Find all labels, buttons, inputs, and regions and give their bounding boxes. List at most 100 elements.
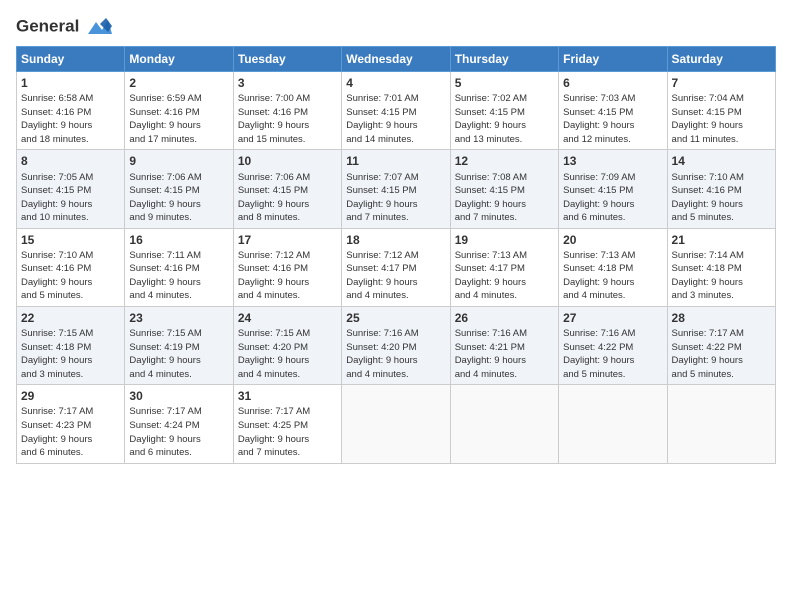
day-info: Sunrise: 7:10 AM Sunset: 4:16 PM Dayligh… <box>672 172 744 224</box>
calendar-cell: 13 Sunrise: 7:09 AM Sunset: 4:15 PM Dayli… <box>559 150 667 228</box>
day-info: Sunrise: 7:06 AM Sunset: 4:15 PM Dayligh… <box>129 172 201 224</box>
day-number: 7 <box>672 75 771 91</box>
day-number: 17 <box>238 232 337 248</box>
day-info: Sunrise: 7:06 AM Sunset: 4:15 PM Dayligh… <box>238 172 310 224</box>
day-number: 25 <box>346 310 445 326</box>
logo-bird-icon <box>86 16 114 38</box>
weekday-header-thursday: Thursday <box>450 47 558 72</box>
calendar-cell: 10 Sunrise: 7:06 AM Sunset: 4:15 PM Dayli… <box>233 150 341 228</box>
day-info: Sunrise: 7:04 AM Sunset: 4:15 PM Dayligh… <box>672 93 744 145</box>
day-number: 10 <box>238 153 337 169</box>
day-number: 12 <box>455 153 554 169</box>
calendar-cell: 5 Sunrise: 7:02 AM Sunset: 4:15 PM Daylig… <box>450 72 558 150</box>
day-info: Sunrise: 7:13 AM Sunset: 4:17 PM Dayligh… <box>455 250 527 302</box>
calendar-cell: 21 Sunrise: 7:14 AM Sunset: 4:18 PM Dayli… <box>667 228 775 306</box>
day-info: Sunrise: 7:00 AM Sunset: 4:16 PM Dayligh… <box>238 93 310 145</box>
day-number: 23 <box>129 310 228 326</box>
day-number: 18 <box>346 232 445 248</box>
calendar-cell: 2 Sunrise: 6:59 AM Sunset: 4:16 PM Daylig… <box>125 72 233 150</box>
day-info: Sunrise: 7:03 AM Sunset: 4:15 PM Dayligh… <box>563 93 635 145</box>
day-number: 19 <box>455 232 554 248</box>
day-info: Sunrise: 7:09 AM Sunset: 4:15 PM Dayligh… <box>563 172 635 224</box>
day-info: Sunrise: 7:17 AM Sunset: 4:22 PM Dayligh… <box>672 328 744 380</box>
logo: General <box>16 16 114 38</box>
day-info: Sunrise: 7:16 AM Sunset: 4:20 PM Dayligh… <box>346 328 418 380</box>
day-number: 5 <box>455 75 554 91</box>
day-info: Sunrise: 7:15 AM Sunset: 4:19 PM Dayligh… <box>129 328 201 380</box>
calendar-week-1: 1 Sunrise: 6:58 AM Sunset: 4:16 PM Daylig… <box>17 72 776 150</box>
day-info: Sunrise: 7:12 AM Sunset: 4:16 PM Dayligh… <box>238 250 310 302</box>
day-number: 15 <box>21 232 120 248</box>
calendar-week-3: 15Sunrise: 7:10 AM Sunset: 4:16 PM Dayli… <box>17 228 776 306</box>
day-info: Sunrise: 6:59 AM Sunset: 4:16 PM Dayligh… <box>129 93 201 145</box>
weekday-header-tuesday: Tuesday <box>233 47 341 72</box>
day-number: 31 <box>238 388 337 404</box>
calendar-cell <box>559 385 667 463</box>
day-info: Sunrise: 7:08 AM Sunset: 4:15 PM Dayligh… <box>455 172 527 224</box>
calendar-cell: 17 Sunrise: 7:12 AM Sunset: 4:16 PM Dayli… <box>233 228 341 306</box>
calendar-cell: 26Sunrise: 7:16 AM Sunset: 4:21 PM Dayli… <box>450 306 558 384</box>
day-number: 24 <box>238 310 337 326</box>
calendar-cell: 6Sunrise: 7:03 AM Sunset: 4:15 PM Daylig… <box>559 72 667 150</box>
day-number: 3 <box>238 75 337 91</box>
day-info: Sunrise: 7:01 AM Sunset: 4:15 PM Dayligh… <box>346 93 418 145</box>
calendar-cell: 22Sunrise: 7:15 AM Sunset: 4:18 PM Dayli… <box>17 306 125 384</box>
calendar-cell: 7 Sunrise: 7:04 AM Sunset: 4:15 PM Daylig… <box>667 72 775 150</box>
calendar-cell <box>342 385 450 463</box>
calendar-cell: 15Sunrise: 7:10 AM Sunset: 4:16 PM Dayli… <box>17 228 125 306</box>
calendar-week-5: 29 Sunrise: 7:17 AM Sunset: 4:23 PM Dayli… <box>17 385 776 463</box>
days-of-week-row: SundayMondayTuesdayWednesdayThursdayFrid… <box>17 47 776 72</box>
logo-text: General <box>16 16 114 38</box>
calendar-cell <box>667 385 775 463</box>
calendar-week-2: 8 Sunrise: 7:05 AM Sunset: 4:15 PM Daylig… <box>17 150 776 228</box>
day-number: 16 <box>129 232 228 248</box>
day-info: Sunrise: 7:14 AM Sunset: 4:18 PM Dayligh… <box>672 250 744 302</box>
calendar-cell: 1 Sunrise: 6:58 AM Sunset: 4:16 PM Daylig… <box>17 72 125 150</box>
day-number: 28 <box>672 310 771 326</box>
day-number: 21 <box>672 232 771 248</box>
weekday-header-sunday: Sunday <box>17 47 125 72</box>
day-number: 2 <box>129 75 228 91</box>
day-number: 1 <box>21 75 120 91</box>
calendar-cell: 30 Sunrise: 7:17 AM Sunset: 4:24 PM Dayli… <box>125 385 233 463</box>
day-info: Sunrise: 7:11 AM Sunset: 4:16 PM Dayligh… <box>129 250 201 302</box>
day-info: Sunrise: 7:07 AM Sunset: 4:15 PM Dayligh… <box>346 172 418 224</box>
weekday-header-wednesday: Wednesday <box>342 47 450 72</box>
day-number: 8 <box>21 153 120 169</box>
day-number: 9 <box>129 153 228 169</box>
day-number: 13 <box>563 153 662 169</box>
calendar-cell: 27 Sunrise: 7:16 AM Sunset: 4:22 PM Dayli… <box>559 306 667 384</box>
day-info: Sunrise: 7:16 AM Sunset: 4:22 PM Dayligh… <box>563 328 635 380</box>
day-number: 11 <box>346 153 445 169</box>
calendar-cell: 18 Sunrise: 7:12 AM Sunset: 4:17 PM Dayli… <box>342 228 450 306</box>
day-info: Sunrise: 7:15 AM Sunset: 4:18 PM Dayligh… <box>21 328 93 380</box>
day-number: 27 <box>563 310 662 326</box>
day-info: Sunrise: 6:58 AM Sunset: 4:16 PM Dayligh… <box>21 93 93 145</box>
calendar-header: SundayMondayTuesdayWednesdayThursdayFrid… <box>17 47 776 72</box>
day-number: 30 <box>129 388 228 404</box>
calendar-week-4: 22Sunrise: 7:15 AM Sunset: 4:18 PM Dayli… <box>17 306 776 384</box>
day-info: Sunrise: 7:13 AM Sunset: 4:18 PM Dayligh… <box>563 250 635 302</box>
day-info: Sunrise: 7:05 AM Sunset: 4:15 PM Dayligh… <box>21 172 93 224</box>
calendar-cell: 16 Sunrise: 7:11 AM Sunset: 4:16 PM Dayli… <box>125 228 233 306</box>
calendar-cell: 19 Sunrise: 7:13 AM Sunset: 4:17 PM Dayli… <box>450 228 558 306</box>
calendar-cell: 25 Sunrise: 7:16 AM Sunset: 4:20 PM Dayli… <box>342 306 450 384</box>
day-number: 4 <box>346 75 445 91</box>
day-info: Sunrise: 7:02 AM Sunset: 4:15 PM Dayligh… <box>455 93 527 145</box>
calendar-cell: 9 Sunrise: 7:06 AM Sunset: 4:15 PM Daylig… <box>125 150 233 228</box>
calendar-cell: 11 Sunrise: 7:07 AM Sunset: 4:15 PM Dayli… <box>342 150 450 228</box>
day-number: 29 <box>21 388 120 404</box>
header: General <box>16 12 776 38</box>
calendar-table: SundayMondayTuesdayWednesdayThursdayFrid… <box>16 46 776 464</box>
day-info: Sunrise: 7:17 AM Sunset: 4:25 PM Dayligh… <box>238 406 310 458</box>
day-info: Sunrise: 7:17 AM Sunset: 4:23 PM Dayligh… <box>21 406 93 458</box>
weekday-header-monday: Monday <box>125 47 233 72</box>
day-info: Sunrise: 7:12 AM Sunset: 4:17 PM Dayligh… <box>346 250 418 302</box>
day-number: 26 <box>455 310 554 326</box>
day-info: Sunrise: 7:17 AM Sunset: 4:24 PM Dayligh… <box>129 406 201 458</box>
calendar-body: 1 Sunrise: 6:58 AM Sunset: 4:16 PM Daylig… <box>17 72 776 464</box>
calendar-cell: 4 Sunrise: 7:01 AM Sunset: 4:15 PM Daylig… <box>342 72 450 150</box>
calendar-cell: 8 Sunrise: 7:05 AM Sunset: 4:15 PM Daylig… <box>17 150 125 228</box>
page-container: General SundayMondayTuesdayWednesdayThur… <box>0 0 792 472</box>
calendar-cell: 29 Sunrise: 7:17 AM Sunset: 4:23 PM Dayli… <box>17 385 125 463</box>
